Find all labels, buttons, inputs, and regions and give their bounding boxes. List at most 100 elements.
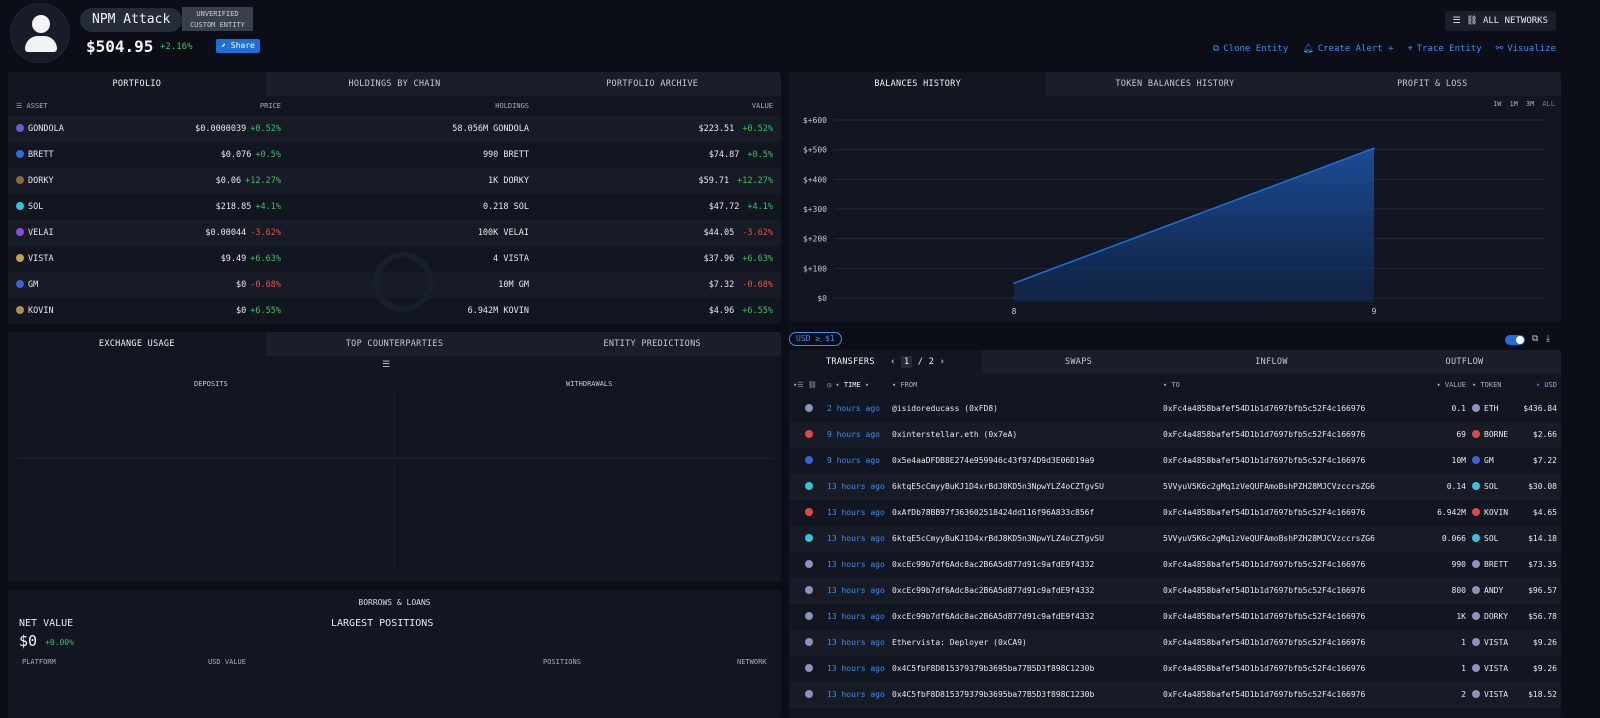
- time-cell[interactable]: 13 hours ago: [827, 630, 892, 656]
- transfer-row[interactable]: 9 hours ago 0xinterstellar.eth (0x7eA) 0xF…: [789, 422, 1561, 448]
- action-trace-entity[interactable]: ⌖ Trace Entity: [1408, 44, 1482, 54]
- asset-name[interactable]: GM: [28, 280, 38, 290]
- transfer-row[interactable]: 9 hours ago 0x5e4aaDFDB8E274e959946c43f97…: [789, 448, 1561, 474]
- tab-inflow[interactable]: INFLOW: [1175, 350, 1368, 374]
- tab-portfolio[interactable]: PORTFOLIO: [8, 72, 266, 96]
- to-cell[interactable]: 0xFc4a4858bafef54D1b1d7697bfb5c52F4c1669…: [1163, 500, 1425, 526]
- to-cell[interactable]: 0xFc4a4858bafef54D1b1d7697bfb5c52F4c1669…: [1163, 656, 1425, 682]
- transfer-row[interactable]: 13 hours ago 0xcEc99b7df6Adc8ac2B6A5d877d…: [789, 578, 1561, 604]
- token-cell[interactable]: VISTA: [1466, 682, 1512, 708]
- token-cell[interactable]: VISTA: [1466, 656, 1512, 682]
- download-icon[interactable]: ⤓: [1546, 334, 1550, 344]
- portfolio-row[interactable]: VELAI $0.00044 -3.62% 100K VELAI $44.05 -3.62…: [8, 220, 781, 246]
- copy-icon[interactable]: ⧉: [1532, 334, 1538, 344]
- transfer-row[interactable]: 13 hours ago 0x4C5fbF8D815379379b3695ba77…: [789, 682, 1561, 708]
- col-price[interactable]: PRICE: [146, 96, 281, 116]
- to-cell[interactable]: 0xFc4a4858bafef54D1b1d7697bfb5c52F4c1669…: [1163, 448, 1425, 474]
- time-cell[interactable]: 13 hours ago: [827, 604, 892, 630]
- portfolio-row[interactable]: SOL $218.85 +4.1% 0.218 SOL $47.72 +4.1%: [8, 194, 781, 220]
- transfer-row[interactable]: 13 hours ago 6ktqE5cCmyyBuKJ1D4xrBdJ8KD5n…: [789, 474, 1561, 500]
- token-cell[interactable]: SOL: [1466, 474, 1512, 500]
- to-cell[interactable]: 0xFc4a4858bafef54D1b1d7697bfb5c52F4c1669…: [1163, 630, 1425, 656]
- col-time[interactable]: ◷ ▾ TIME ▾: [827, 374, 892, 396]
- share-button[interactable]: ⬈ Share: [216, 39, 260, 53]
- tab-entity-predictions[interactable]: ENTITY PREDICTIONS: [523, 332, 781, 356]
- asset-name[interactable]: VISTA: [28, 254, 54, 264]
- transfer-row[interactable]: 13 hours ago 6ktqE5cCmyyBuKJ1D4xrBdJ8KD5n…: [789, 526, 1561, 552]
- asset-name[interactable]: GONDOLA: [28, 124, 64, 134]
- from-cell[interactable]: 6ktqE5cCmyyBuKJ1D4xrBdJ8KD5n3NpwYLZ4oCZT…: [892, 526, 1163, 552]
- col-usd[interactable]: ▾ USD: [1512, 374, 1557, 396]
- tab-exchange-usage[interactable]: EXCHANGE USAGE: [8, 332, 266, 356]
- tab-token-balances-history[interactable]: TOKEN BALANCES HISTORY: [1046, 72, 1303, 96]
- network-selector[interactable]: ☰ ⛓ ALL NETWORKS: [1444, 11, 1556, 31]
- transfer-row[interactable]: 13 hours ago 0xcEc99b7df6Adc8ac2B6A5d877d…: [789, 552, 1561, 578]
- to-cell[interactable]: 5VVyuV5K6c2gMq1zVeQUFAmoBshPZH28MJCVzccr…: [1163, 474, 1425, 500]
- transfer-row[interactable]: 13 hours ago 0x4C5fbF8D815379379b3695ba77…: [789, 656, 1561, 682]
- tab-transfers[interactable]: TRANSFERS ‹ 1 / 2 ›: [789, 350, 982, 374]
- to-cell[interactable]: 0xFc4a4858bafef54D1b1d7697bfb5c52F4c1669…: [1163, 578, 1425, 604]
- tab-balances-history[interactable]: BALANCES HISTORY: [789, 72, 1047, 96]
- transfers-toggle[interactable]: [1505, 335, 1525, 345]
- tab-outflow[interactable]: OUTFLOW: [1368, 350, 1561, 374]
- portfolio-row[interactable]: BRETT $0.076 +0.5% 990 BRETT $74.87 +0.5%: [8, 142, 781, 168]
- tab-portfolio-archive[interactable]: PORTFOLIO ARCHIVE: [523, 72, 781, 96]
- time-cell[interactable]: 13 hours ago: [827, 526, 892, 552]
- transfer-row[interactable]: 13 hours ago 0xcEc99b7df6Adc8ac2B6A5d877d…: [789, 604, 1561, 630]
- token-cell[interactable]: ANDY: [1466, 578, 1512, 604]
- from-cell[interactable]: 0xcEc99b7df6Adc8ac2B6A5d877d91c9afdE9f43…: [892, 578, 1163, 604]
- to-cell[interactable]: 0xFc4a4858bafef54D1b1d7697bfb5c52F4c1669…: [1163, 682, 1425, 708]
- from-cell[interactable]: 6ktqE5cCmyyBuKJ1D4xrBdJ8KD5n3NpwYLZ4oCZT…: [892, 474, 1163, 500]
- action-visualize[interactable]: ⚯ Visualize: [1496, 44, 1556, 54]
- to-cell[interactable]: 0xFc4a4858bafef54D1b1d7697bfb5c52F4c1669…: [1163, 604, 1425, 630]
- portfolio-row[interactable]: GONDOLA $0.0000039 +0.52% 58.056M GONDOLA $2…: [8, 116, 781, 142]
- to-cell[interactable]: 0xFc4a4858bafef54D1b1d7697bfb5c52F4c1669…: [1163, 396, 1425, 422]
- token-cell[interactable]: ETH: [1466, 396, 1512, 422]
- tab-profit-loss[interactable]: PROFIT & LOSS: [1304, 72, 1561, 96]
- tab-swaps[interactable]: SWAPS: [982, 350, 1175, 374]
- token-cell[interactable]: SOL: [1466, 526, 1512, 552]
- from-cell[interactable]: 0xAfDb78BB97f363602518424dd116f96A833c85…: [892, 500, 1163, 526]
- from-cell[interactable]: 0xinterstellar.eth (0x7eA): [892, 422, 1163, 448]
- token-cell[interactable]: BORNE: [1466, 422, 1512, 448]
- asset-name[interactable]: VELAI: [28, 228, 54, 238]
- time-cell[interactable]: 13 hours ago: [827, 656, 892, 682]
- col-value[interactable]: ▾ VALUE: [1425, 374, 1466, 396]
- tab-holdings-by-chain[interactable]: HOLDINGS BY CHAIN: [266, 72, 524, 96]
- transfer-row[interactable]: 13 hours ago Ethervista: Deployer (0xCA9)…: [789, 630, 1561, 656]
- from-cell[interactable]: 0xcEc99b7df6Adc8ac2B6A5d877d91c9afdE9f43…: [892, 604, 1163, 630]
- pager-prev-icon[interactable]: ‹: [890, 357, 895, 367]
- col-asset[interactable]: ☰ ASSET: [16, 96, 146, 116]
- usd-filter-chip[interactable]: USD ≥ $1: [789, 332, 842, 346]
- time-cell[interactable]: 9 hours ago: [827, 448, 892, 474]
- token-cell[interactable]: DORKY: [1466, 604, 1512, 630]
- to-cell[interactable]: 0xFc4a4858bafef54D1b1d7697bfb5c52F4c1669…: [1163, 422, 1425, 448]
- to-cell[interactable]: 5VVyuV5K6c2gMq1zVeQUFAmoBshPZH28MJCVzccr…: [1163, 526, 1425, 552]
- time-cell[interactable]: 13 hours ago: [827, 682, 892, 708]
- token-cell[interactable]: VISTA: [1466, 630, 1512, 656]
- from-cell[interactable]: 0xcEc99b7df6Adc8ac2B6A5d877d91c9afdE9f43…: [892, 552, 1163, 578]
- from-cell[interactable]: 0x5e4aaDFDB8E274e959946c43f974D9d3E06D19…: [892, 448, 1163, 474]
- time-cell[interactable]: 13 hours ago: [827, 578, 892, 604]
- time-cell[interactable]: 13 hours ago: [827, 552, 892, 578]
- to-cell[interactable]: 0xFc4a4858bafef54D1b1d7697bfb5c52F4c1669…: [1163, 552, 1425, 578]
- filter-icon[interactable]: ☰: [382, 360, 390, 370]
- pager-next-icon[interactable]: ›: [940, 357, 945, 367]
- token-cell[interactable]: BRETT: [1466, 552, 1512, 578]
- tab-top-counterparties[interactable]: TOP COUNTERPARTIES: [266, 332, 524, 356]
- col-token[interactable]: ▾ TOKEN: [1466, 374, 1512, 396]
- action-create-alert[interactable]: 🔔︎ Create Alert +: [1302, 44, 1393, 54]
- transfer-row[interactable]: 13 hours ago 0xAfDb78BB97f363602518424dd1…: [789, 500, 1561, 526]
- col-chain[interactable]: ▾☰ ⛓: [793, 374, 827, 396]
- transfer-row[interactable]: 2 hours ago @isidoreducass (0xFD8) 0xFc4a4…: [789, 396, 1561, 422]
- time-cell[interactable]: 13 hours ago: [827, 500, 892, 526]
- col-holdings[interactable]: HOLDINGS: [281, 96, 529, 116]
- from-cell[interactable]: Ethervista: Deployer (0xCA9): [892, 630, 1163, 656]
- from-cell[interactable]: @isidoreducass (0xFD8): [892, 396, 1163, 422]
- asset-name[interactable]: DORKY: [28, 176, 54, 186]
- action-clone-entity[interactable]: ⧉ Clone Entity: [1213, 44, 1288, 54]
- asset-name[interactable]: SOL: [28, 202, 43, 212]
- token-cell[interactable]: GM: [1466, 448, 1512, 474]
- page-current[interactable]: 1: [901, 356, 913, 368]
- time-cell[interactable]: 13 hours ago: [827, 474, 892, 500]
